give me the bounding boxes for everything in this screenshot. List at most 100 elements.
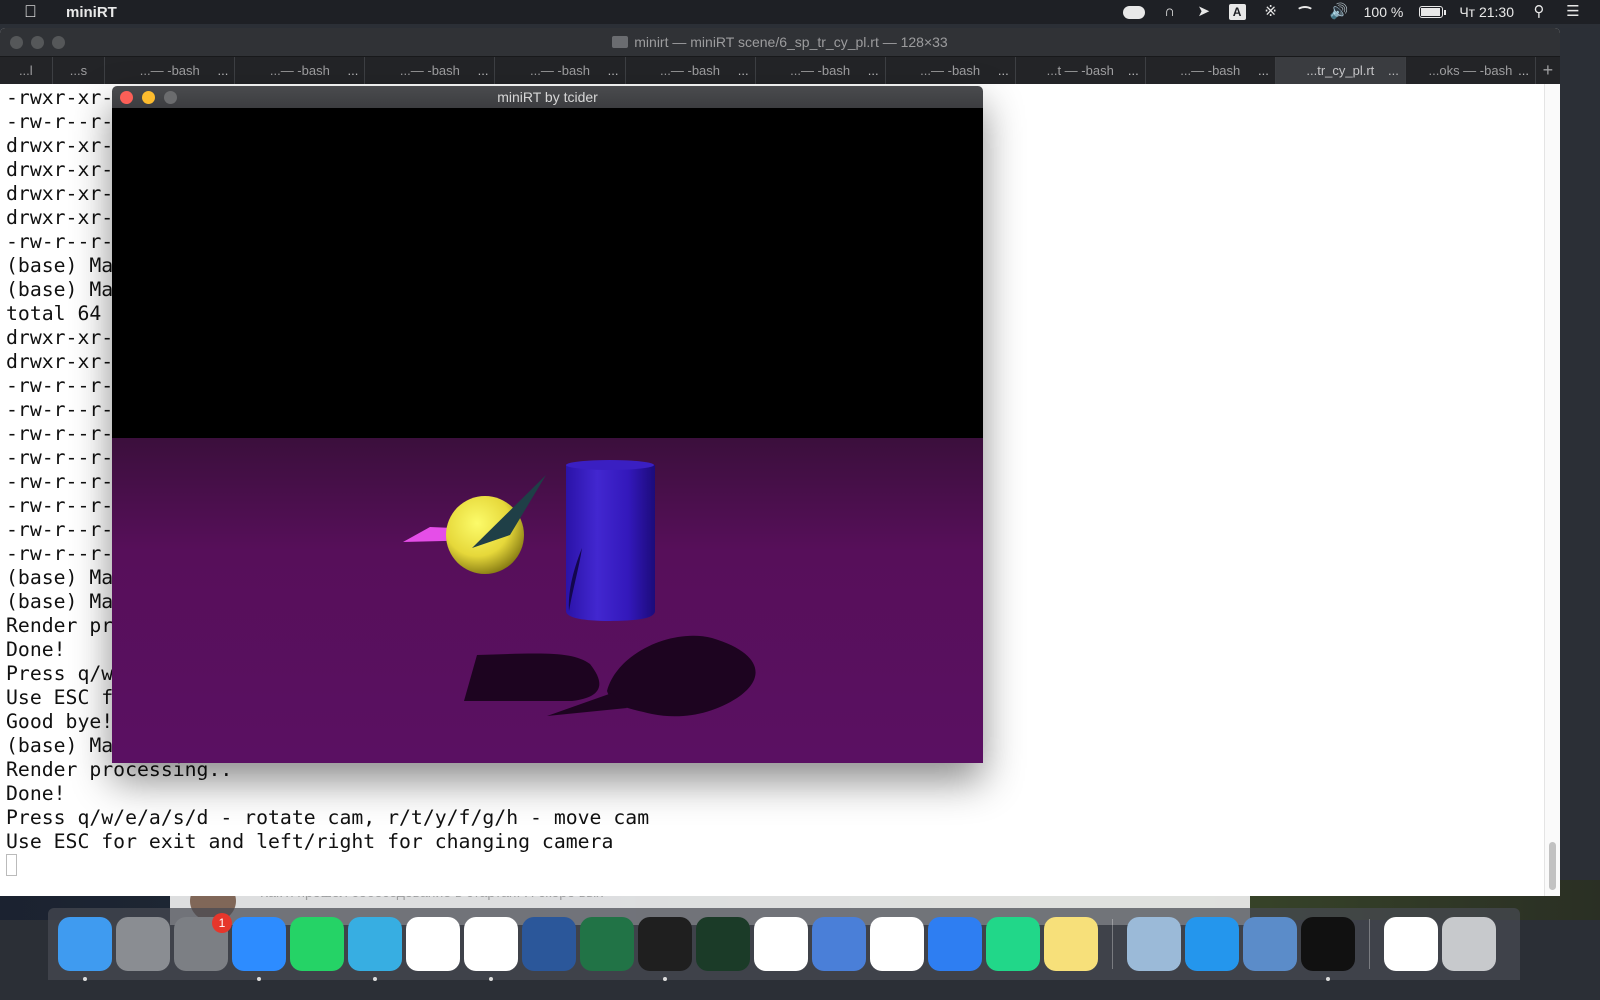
terminal-tab-label: ...— -bash xyxy=(920,63,981,78)
terminal-tab-label: ...— -bash xyxy=(269,63,330,78)
terminal-tab[interactable]: ...tr_cy_pl.rt... xyxy=(1275,57,1406,84)
terminal-tab-label: ...tr_cy_pl.rt xyxy=(1306,63,1375,78)
ring-icon[interactable] xyxy=(696,917,750,971)
saucer-icon[interactable] xyxy=(812,917,866,971)
close-button[interactable] xyxy=(10,36,23,49)
dock-separator xyxy=(1112,919,1113,969)
y-icon[interactable] xyxy=(406,917,460,971)
headphones-icon[interactable]: ∩ xyxy=(1161,4,1179,20)
terminal-tab[interactable]: ...— -bash... xyxy=(626,57,756,84)
input-source-icon[interactable]: A xyxy=(1228,4,1246,20)
floor-plane xyxy=(112,438,983,763)
x-icon[interactable] xyxy=(580,917,634,971)
menu-bar:  miniRT ∩ ➤ A ※ 🔊 100 % Чт 21:30 ⚲ ☰ xyxy=(0,0,1600,24)
minimize-button[interactable] xyxy=(142,91,155,104)
apple-menu-icon[interactable]:  xyxy=(24,3,42,21)
tab-overflow-icon: ... xyxy=(1127,63,1139,78)
photos-icon[interactable] xyxy=(1127,917,1181,971)
terminal-tab-label: ...l xyxy=(18,63,33,78)
terminal-tab[interactable]: ...l xyxy=(0,57,53,84)
vscode-icon[interactable] xyxy=(754,917,808,971)
wifi-icon[interactable] xyxy=(1295,6,1314,18)
tab-overflow-icon: ... xyxy=(607,63,619,78)
bluetooth-icon[interactable]: ※ xyxy=(1262,4,1280,20)
compass-icon[interactable] xyxy=(928,917,982,971)
cube-icon[interactable] xyxy=(1243,917,1297,971)
terminal-line: Done! xyxy=(6,782,66,805)
terminal-tab[interactable]: ...— -bash... xyxy=(105,57,236,84)
terminal-tab[interactable]: ...s xyxy=(53,57,106,84)
app-menu-name[interactable]: miniRT xyxy=(66,4,117,21)
volume-icon[interactable]: 🔊 xyxy=(1330,4,1349,20)
pc-icon[interactable] xyxy=(986,917,1040,971)
notification-center-icon[interactable]: ☰ xyxy=(1564,4,1582,20)
terminal-title: minirt — miniRT scene/6_sp_tr_cy_pl.rt —… xyxy=(634,34,948,50)
terminal-titlebar[interactable]: minirt — miniRT scene/6_sp_tr_cy_pl.rt —… xyxy=(0,28,1560,56)
tab-overflow-icon: ... xyxy=(997,63,1009,78)
terminal-tab[interactable]: ...— -bash... xyxy=(365,57,496,84)
paper-plane-icon[interactable] xyxy=(348,917,402,981)
clock[interactable]: Чт 21:30 xyxy=(1459,4,1514,20)
battery-fill xyxy=(1421,8,1441,16)
running-indicator xyxy=(1326,977,1330,981)
tab-overflow-icon: ... xyxy=(477,63,489,78)
terminal-tab[interactable]: ...— -bash... xyxy=(495,57,626,84)
gear-icon[interactable]: 1 xyxy=(174,913,232,971)
zoom-button[interactable] xyxy=(52,36,65,49)
tab-overflow-icon: ... xyxy=(217,63,229,78)
trash-icon[interactable] xyxy=(1442,917,1496,971)
battery-percent[interactable]: 100 % xyxy=(1364,4,1404,20)
terminal-line: Press q/w/e/a/s/d - rotate cam, r/t/y/f/… xyxy=(6,806,650,829)
slack-icon[interactable] xyxy=(870,917,924,971)
terminal-tab[interactable]: ...— -bash... xyxy=(886,57,1016,84)
terminal-tab-label: ...— -bash xyxy=(790,63,851,78)
exec-icon[interactable] xyxy=(1301,917,1355,981)
whale-icon[interactable] xyxy=(1185,917,1239,971)
terminal-cursor xyxy=(6,854,17,876)
terminal-tab[interactable]: ...— -bash... xyxy=(235,57,366,84)
terminal-tab-label: ...t — -bash xyxy=(1046,63,1114,78)
terminal-tab-label: ...— -bash xyxy=(139,63,200,78)
cloud-upload-icon[interactable] xyxy=(1122,5,1145,19)
minirt-titlebar[interactable]: miniRT by tcider xyxy=(112,86,983,108)
terminal-tab[interactable]: ...— -bash... xyxy=(1146,57,1276,84)
phone-icon[interactable] xyxy=(290,917,344,971)
terminal-tab[interactable]: ...— -bash... xyxy=(756,57,886,84)
render-canvas[interactable] xyxy=(112,108,983,763)
w-icon[interactable] xyxy=(522,917,576,971)
terminal-icon[interactable] xyxy=(638,917,692,981)
terminal-tab[interactable]: ...t — -bash... xyxy=(1016,57,1146,84)
terminal-prompt-line[interactable] xyxy=(6,854,1538,878)
scrollbar-thumb[interactable] xyxy=(1549,842,1556,890)
running-indicator xyxy=(83,977,87,981)
folder-icon xyxy=(612,36,629,48)
dock-separator xyxy=(1369,919,1370,969)
minimize-button[interactable] xyxy=(31,36,44,49)
rocket-icon[interactable] xyxy=(116,917,170,971)
cylinder-cap xyxy=(566,460,654,470)
terminal-tab-label: ...— -bash xyxy=(660,63,721,78)
finder-icon[interactable] xyxy=(58,917,112,981)
terminal-tab-label: ...s xyxy=(69,63,88,78)
spotlight-search-icon[interactable]: ⚲ xyxy=(1530,4,1548,20)
window-controls xyxy=(10,36,65,49)
minirt-window-controls xyxy=(120,91,177,104)
notification-badge: 1 xyxy=(212,913,232,933)
notepad-icon[interactable] xyxy=(1044,917,1098,971)
camera-icon[interactable] xyxy=(232,917,286,981)
yellow-sphere xyxy=(446,496,524,574)
blue-cylinder xyxy=(566,465,655,621)
terminal-tab-label: ...oks — -bash xyxy=(1428,63,1513,78)
close-button[interactable] xyxy=(120,91,133,104)
zoom-button[interactable] xyxy=(164,91,177,104)
telegram-icon[interactable]: ➤ xyxy=(1195,4,1213,20)
chrome-icon[interactable] xyxy=(464,917,518,981)
battery-icon[interactable] xyxy=(1419,6,1447,18)
terminal-scrollbar[interactable] xyxy=(1544,84,1560,896)
running-indicator xyxy=(663,977,667,981)
document-icon[interactable] xyxy=(1384,917,1438,971)
tab-overflow-icon: ... xyxy=(737,63,749,78)
new-tab-plus-icon[interactable]: + xyxy=(1536,57,1560,84)
running-indicator xyxy=(373,977,377,981)
terminal-tab[interactable]: ...oks — -bash... xyxy=(1406,57,1536,84)
